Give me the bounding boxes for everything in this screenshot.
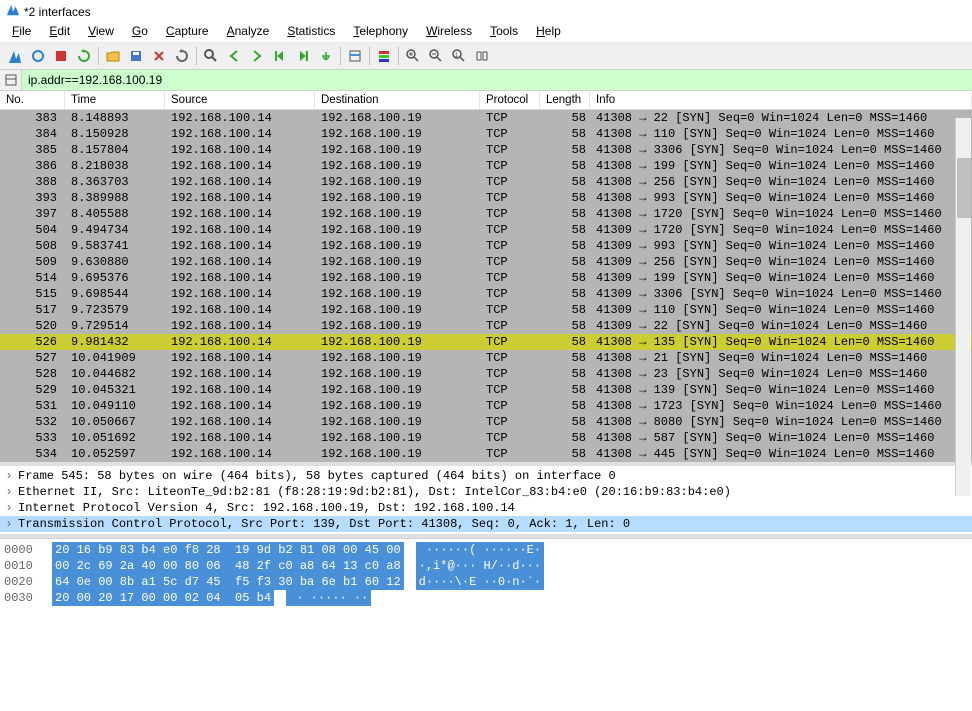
find-packet-icon[interactable] (200, 45, 222, 67)
hex-row[interactable]: 000020 16 b9 83 b4 e0 f8 28 19 9d b2 81 … (4, 542, 968, 558)
menu-statistics[interactable]: Statistics (279, 22, 343, 40)
packet-row[interactable]: 52810.044682192.168.100.14192.168.100.19… (0, 366, 972, 382)
menubar: File Edit View Go Capture Analyze Statis… (0, 20, 972, 42)
packet-row[interactable]: 53110.049110192.168.100.14192.168.100.19… (0, 398, 972, 414)
menu-wireless[interactable]: Wireless (418, 22, 480, 40)
packet-list-body[interactable]: 3838.148893192.168.100.14192.168.100.19T… (0, 110, 972, 462)
packet-list-scrollbar[interactable] (955, 118, 971, 496)
zoom-reset-icon[interactable]: 1 (448, 45, 470, 67)
col-destination[interactable]: Destination (315, 91, 480, 109)
zoom-in-icon[interactable] (402, 45, 424, 67)
detail-line[interactable]: ›Internet Protocol Version 4, Src: 192.1… (0, 500, 972, 516)
packet-row[interactable]: 5159.698544192.168.100.14192.168.100.19T… (0, 286, 972, 302)
menu-edit[interactable]: Edit (41, 22, 78, 40)
packet-row[interactable]: 5099.630880192.168.100.14192.168.100.19T… (0, 254, 972, 270)
packet-row[interactable]: 53410.052597192.168.100.14192.168.100.19… (0, 446, 972, 462)
hex-row[interactable]: 002064 0e 00 8b a1 5c d7 45 f5 f3 30 ba … (4, 574, 968, 590)
resize-columns-icon[interactable] (471, 45, 493, 67)
packet-row[interactable]: 3888.363703192.168.100.14192.168.100.19T… (0, 174, 972, 190)
packet-row[interactable]: 5269.981432192.168.100.14192.168.100.19T… (0, 334, 972, 350)
start-capture-icon[interactable] (4, 45, 26, 67)
packet-row[interactable]: 3848.150928192.168.100.14192.168.100.19T… (0, 126, 972, 142)
menu-capture[interactable]: Capture (158, 22, 217, 40)
zoom-out-icon[interactable] (425, 45, 447, 67)
packet-row[interactable]: 3978.405588192.168.100.14192.168.100.19T… (0, 206, 972, 222)
go-to-packet-icon[interactable] (269, 45, 291, 67)
packet-row[interactable]: 52910.045321192.168.100.14192.168.100.19… (0, 382, 972, 398)
expand-icon[interactable]: › (4, 485, 14, 499)
col-source[interactable]: Source (165, 91, 315, 109)
menu-go[interactable]: Go (124, 22, 156, 40)
restart-capture-icon[interactable] (73, 45, 95, 67)
col-no[interactable]: No. (0, 91, 65, 109)
colorize-icon[interactable] (373, 45, 395, 67)
app-icon (6, 3, 20, 20)
go-first-icon[interactable] (292, 45, 314, 67)
packet-row[interactable]: 53310.051692192.168.100.14192.168.100.19… (0, 430, 972, 446)
packet-row[interactable]: 5149.695376192.168.100.14192.168.100.19T… (0, 270, 972, 286)
auto-scroll-icon[interactable] (344, 45, 366, 67)
open-file-icon[interactable] (102, 45, 124, 67)
expand-icon[interactable]: › (4, 469, 14, 483)
go-back-icon[interactable] (223, 45, 245, 67)
col-time[interactable]: Time (65, 91, 165, 109)
window-title: *2 interfaces (24, 5, 91, 19)
capture-options-icon[interactable] (27, 45, 49, 67)
reload-file-icon[interactable] (171, 45, 193, 67)
detail-line[interactable]: ›Ethernet II, Src: LiteonTe_9d:b2:81 (f8… (0, 484, 972, 500)
hex-row[interactable]: 001000 2c 69 2a 40 00 80 06 48 2f c0 a8 … (4, 558, 968, 574)
packet-list-header: No. Time Source Destination Protocol Len… (0, 91, 972, 110)
menu-telephony[interactable]: Telephony (345, 22, 416, 40)
packet-row[interactable]: 53210.050667192.168.100.14192.168.100.19… (0, 414, 972, 430)
bookmark-icon[interactable] (0, 70, 22, 90)
packet-row[interactable]: 3858.157804192.168.100.14192.168.100.19T… (0, 142, 972, 158)
go-last-icon[interactable] (315, 45, 337, 67)
packet-row[interactable]: 3868.218038192.168.100.14192.168.100.19T… (0, 158, 972, 174)
toolbar: 1 (0, 42, 972, 70)
packet-row[interactable]: 3838.148893192.168.100.14192.168.100.19T… (0, 110, 972, 126)
packet-row[interactable]: 5209.729514192.168.100.14192.168.100.19T… (0, 318, 972, 334)
detail-line[interactable]: ›Transmission Control Protocol, Src Port… (0, 516, 972, 532)
hex-row[interactable]: 003020 00 20 17 00 00 02 04 05 b4 · ····… (4, 590, 968, 606)
packet-row[interactable]: 5179.723579192.168.100.14192.168.100.19T… (0, 302, 972, 318)
packet-row[interactable]: 5049.494734192.168.100.14192.168.100.19T… (0, 222, 972, 238)
packet-row[interactable]: 52710.041909192.168.100.14192.168.100.19… (0, 350, 972, 366)
save-file-icon[interactable] (125, 45, 147, 67)
detail-line[interactable]: ›Frame 545: 58 bytes on wire (464 bits),… (0, 468, 972, 484)
stop-capture-icon[interactable] (50, 45, 72, 67)
titlebar: *2 interfaces (0, 0, 972, 20)
menu-file[interactable]: File (4, 22, 39, 40)
display-filter-input[interactable] (22, 70, 972, 90)
expand-icon[interactable]: › (4, 501, 14, 515)
col-info[interactable]: Info (590, 91, 972, 109)
menu-help[interactable]: Help (528, 22, 569, 40)
packet-row[interactable]: 3938.389988192.168.100.14192.168.100.19T… (0, 190, 972, 206)
menu-analyze[interactable]: Analyze (219, 22, 278, 40)
menu-tools[interactable]: Tools (482, 22, 526, 40)
col-length[interactable]: Length (540, 91, 590, 109)
close-file-icon[interactable] (148, 45, 170, 67)
packet-bytes-pane[interactable]: 000020 16 b9 83 b4 e0 f8 28 19 9d b2 81 … (0, 538, 972, 609)
packet-row[interactable]: 5089.583741192.168.100.14192.168.100.19T… (0, 238, 972, 254)
menu-view[interactable]: View (80, 22, 122, 40)
go-forward-icon[interactable] (246, 45, 268, 67)
filter-bar (0, 70, 972, 91)
col-protocol[interactable]: Protocol (480, 91, 540, 109)
packet-list-pane: No. Time Source Destination Protocol Len… (0, 91, 972, 466)
packet-details-pane[interactable]: ›Frame 545: 58 bytes on wire (464 bits),… (0, 466, 972, 538)
expand-icon[interactable]: › (4, 517, 14, 531)
scrollbar-thumb[interactable] (957, 158, 971, 218)
